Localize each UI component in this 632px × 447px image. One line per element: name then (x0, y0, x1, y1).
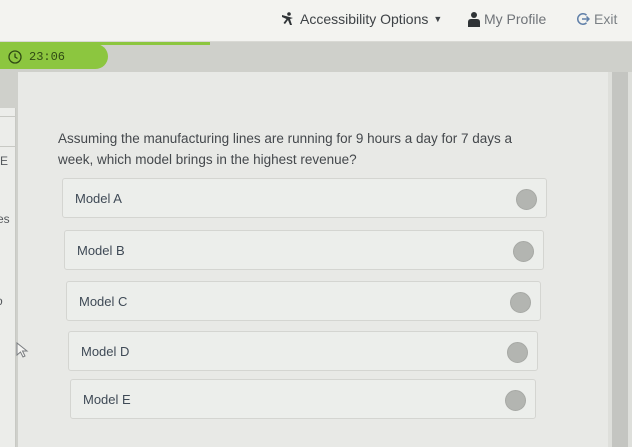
answer-option-a[interactable]: Model A (62, 178, 547, 218)
sidebar-item-fragment[interactable]: es (0, 212, 10, 226)
answer-option-label: Model C (79, 294, 128, 309)
chevron-down-icon: ▼ (433, 14, 443, 24)
answer-option-label: Model D (81, 344, 130, 359)
accessibility-icon (282, 12, 293, 25)
radio-button[interactable] (510, 292, 531, 313)
my-profile-label: My Profile (484, 11, 547, 27)
answer-option-label: Model A (75, 191, 122, 206)
exit-label: Exit (594, 11, 618, 27)
timer-value: 23:06 (29, 49, 66, 64)
radio-button[interactable] (516, 189, 537, 210)
exit-icon (577, 13, 590, 25)
timer-badge: 23:06 (0, 44, 108, 69)
user-icon (468, 12, 480, 27)
scrollbar-thumb[interactable] (612, 72, 628, 447)
answer-option-d[interactable]: Model D (68, 331, 538, 371)
exit-button[interactable]: Exit (576, 11, 617, 27)
radio-button[interactable] (513, 241, 534, 262)
accessibility-options-menu[interactable]: Accessibility Options ▼ (280, 11, 442, 27)
answer-option-e[interactable]: Model E (70, 379, 536, 419)
top-navigation-bar: Accessibility Options ▼ My Profile Exit (0, 0, 632, 42)
radio-button[interactable] (507, 342, 528, 363)
sidebar-item-fragment[interactable]: E (0, 154, 8, 168)
sidebar-item-fragment[interactable]: o (0, 294, 3, 308)
answer-option-label: Model E (83, 392, 131, 407)
sidebar-divider (0, 146, 15, 147)
answer-option-label: Model B (77, 243, 125, 258)
answer-option-b[interactable]: Model B (64, 230, 544, 270)
answer-option-c[interactable]: Model C (66, 281, 541, 321)
sidebar-divider (0, 116, 15, 117)
question-text: Assuming the manufacturing lines are run… (58, 131, 513, 167)
mouse-pointer-icon (16, 342, 29, 358)
question-sidebar: E es o (0, 108, 16, 447)
my-profile-link[interactable]: My Profile (468, 11, 546, 27)
clock-icon (8, 49, 22, 64)
radio-button[interactable] (505, 390, 526, 411)
accessibility-options-label: Accessibility Options (300, 11, 429, 27)
